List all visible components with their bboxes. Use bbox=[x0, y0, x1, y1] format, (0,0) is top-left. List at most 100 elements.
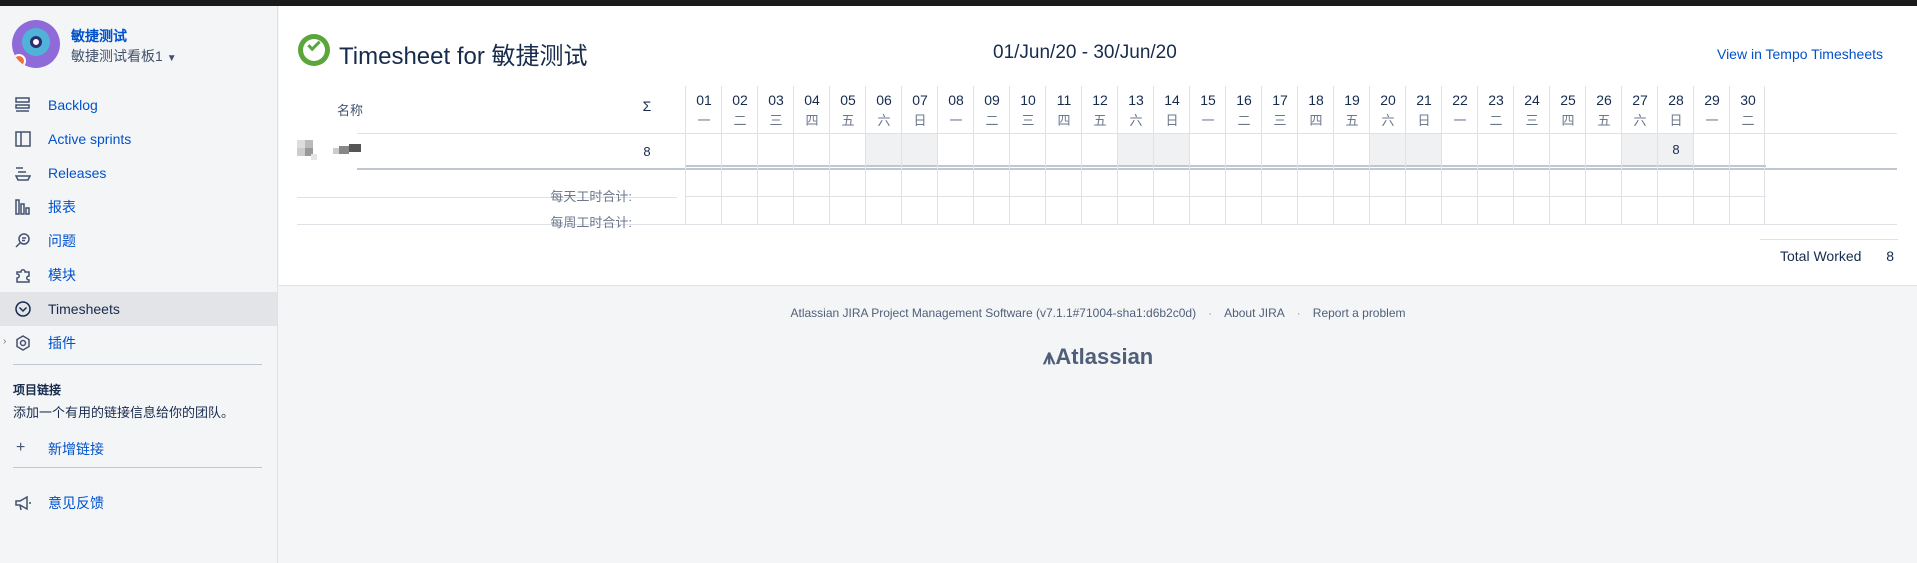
day-cell[interactable] bbox=[1442, 133, 1478, 167]
board-selector[interactable]: 敏捷测试看板1 ▼ bbox=[71, 46, 177, 66]
sidebar-item-addons[interactable]: › 插件 bbox=[0, 326, 277, 360]
day-cell[interactable] bbox=[1118, 133, 1154, 167]
weekly-total-cell bbox=[1334, 197, 1370, 224]
weekly-total-cell bbox=[1622, 197, 1658, 224]
day-cell[interactable] bbox=[1190, 133, 1226, 167]
day-column-12: 12 五 bbox=[1081, 86, 1118, 224]
puzzle-icon bbox=[14, 266, 32, 284]
add-link-button[interactable]: + 新增链接 bbox=[0, 434, 277, 464]
day-number: 04 bbox=[804, 92, 820, 108]
day-cell[interactable] bbox=[686, 133, 722, 167]
daily-total-cell bbox=[830, 170, 866, 197]
day-cell[interactable] bbox=[1046, 133, 1082, 167]
day-column-11: 11 四 bbox=[1045, 86, 1082, 224]
day-cell[interactable] bbox=[794, 133, 830, 167]
main-content: Timesheet for 敏捷测试 01/Jun/20 - 30/Jun/20… bbox=[279, 6, 1917, 286]
board-name: 敏捷测试看板1 bbox=[71, 48, 163, 64]
about-jira-link[interactable]: About JIRA bbox=[1224, 306, 1285, 320]
daily-total-cell bbox=[1334, 170, 1370, 197]
chevron-right-icon[interactable]: › bbox=[3, 336, 6, 347]
day-number: 30 bbox=[1740, 92, 1756, 108]
sidebar-item-releases[interactable]: Releases bbox=[0, 156, 277, 190]
day-weekday: 一 bbox=[949, 113, 963, 128]
day-cell[interactable] bbox=[830, 133, 866, 167]
day-cell[interactable] bbox=[1082, 133, 1118, 167]
day-column-20: 20 六 bbox=[1369, 86, 1406, 224]
day-cell[interactable] bbox=[1334, 133, 1370, 167]
day-cell[interactable]: 8 bbox=[1658, 133, 1694, 167]
sidebar-item-label: 模块 bbox=[48, 267, 76, 283]
user-total: 8 bbox=[643, 144, 651, 159]
day-column-06: 06 六 bbox=[865, 86, 902, 224]
date-range[interactable]: 01/Jun/20 - 30/Jun/20 bbox=[993, 42, 1177, 64]
day-weekday: 三 bbox=[1273, 113, 1287, 128]
user-name-obscured[interactable] bbox=[333, 144, 363, 156]
day-column-29: 29 一 bbox=[1693, 86, 1730, 224]
day-cell[interactable] bbox=[1730, 133, 1766, 167]
day-number: 01 bbox=[696, 92, 712, 108]
sidebar-item-label: 插件 bbox=[48, 335, 76, 351]
day-cell[interactable] bbox=[1622, 133, 1658, 167]
day-number: 03 bbox=[768, 92, 784, 108]
weekly-total-cell bbox=[686, 197, 722, 224]
day-cell[interactable] bbox=[1370, 133, 1406, 167]
day-cell[interactable] bbox=[1694, 133, 1730, 167]
day-cell[interactable] bbox=[1154, 133, 1190, 167]
weekly-total-cell bbox=[938, 197, 974, 224]
weekly-total-cell bbox=[1154, 197, 1190, 224]
report-problem-link[interactable]: Report a problem bbox=[1313, 306, 1406, 320]
chart-icon bbox=[14, 198, 32, 216]
project-name[interactable]: 敏捷测试 bbox=[71, 26, 127, 46]
day-cell[interactable] bbox=[758, 133, 794, 167]
view-in-tempo-link[interactable]: View in Tempo Timesheets bbox=[1717, 46, 1883, 62]
day-cell[interactable] bbox=[1262, 133, 1298, 167]
sidebar-item-active-sprints[interactable]: Active sprints bbox=[0, 122, 277, 156]
day-cell[interactable] bbox=[1226, 133, 1262, 167]
day-number: 10 bbox=[1020, 92, 1036, 108]
day-weekday: 五 bbox=[1597, 113, 1611, 128]
user-avatar[interactable] bbox=[297, 138, 319, 162]
chevron-down-icon: ▼ bbox=[166, 53, 177, 64]
weekly-total-cell bbox=[1514, 197, 1550, 224]
column-header-sigma: Σ bbox=[642, 98, 652, 114]
total-worked-label: Total Worked bbox=[1780, 248, 1862, 264]
day-weekday: 三 bbox=[1525, 113, 1539, 128]
day-cell[interactable] bbox=[902, 133, 938, 167]
day-cell[interactable] bbox=[974, 133, 1010, 167]
day-cell[interactable] bbox=[1298, 133, 1334, 167]
project-avatar[interactable] bbox=[12, 20, 60, 68]
day-weekday: 日 bbox=[1669, 113, 1683, 128]
day-cell[interactable] bbox=[938, 133, 974, 167]
daily-total-cell bbox=[1658, 170, 1694, 197]
daily-total-cell bbox=[1694, 170, 1730, 197]
sidebar-item-timesheets[interactable]: Timesheets bbox=[0, 292, 277, 326]
day-column-04: 04 四 bbox=[793, 86, 830, 224]
day-cell[interactable] bbox=[1478, 133, 1514, 167]
day-cell[interactable] bbox=[1586, 133, 1622, 167]
weekly-total-cell bbox=[1658, 197, 1694, 224]
weekly-total-cell bbox=[1190, 197, 1226, 224]
day-weekday: 日 bbox=[1165, 113, 1179, 128]
feedback-button[interactable]: 意见反馈 bbox=[0, 488, 277, 518]
day-cell[interactable] bbox=[1550, 133, 1586, 167]
page-title: Timesheet for 敏捷测试 bbox=[339, 43, 588, 70]
sidebar-item-backlog[interactable]: Backlog bbox=[0, 88, 277, 122]
column-header-name[interactable]: 名称 bbox=[337, 100, 363, 119]
day-weekday: 六 bbox=[877, 113, 891, 128]
day-cell[interactable] bbox=[722, 133, 758, 167]
day-column-30: 30 二 bbox=[1729, 86, 1766, 224]
day-column-03: 03 三 bbox=[757, 86, 794, 224]
day-cell[interactable] bbox=[1010, 133, 1046, 167]
sidebar-item-issues[interactable]: 问题 bbox=[0, 224, 277, 258]
footer-software: Atlassian JIRA Project Management Softwa… bbox=[790, 306, 1197, 320]
sidebar: 敏捷测试 敏捷测试看板1 ▼ Backlog Active sprints Rel… bbox=[0, 6, 278, 563]
atlassian-logo[interactable]: ⩚Atlassian bbox=[1043, 344, 1153, 370]
day-cell[interactable] bbox=[1406, 133, 1442, 167]
weekly-total-cell bbox=[866, 197, 902, 224]
day-cell[interactable] bbox=[866, 133, 902, 167]
day-cell[interactable] bbox=[1514, 133, 1550, 167]
sidebar-item-components[interactable]: 模块 bbox=[0, 258, 277, 292]
weekly-total-cell bbox=[1082, 197, 1118, 224]
sidebar-item-reports[interactable]: 报表 bbox=[0, 190, 277, 224]
weekly-total-cell bbox=[1262, 197, 1298, 224]
